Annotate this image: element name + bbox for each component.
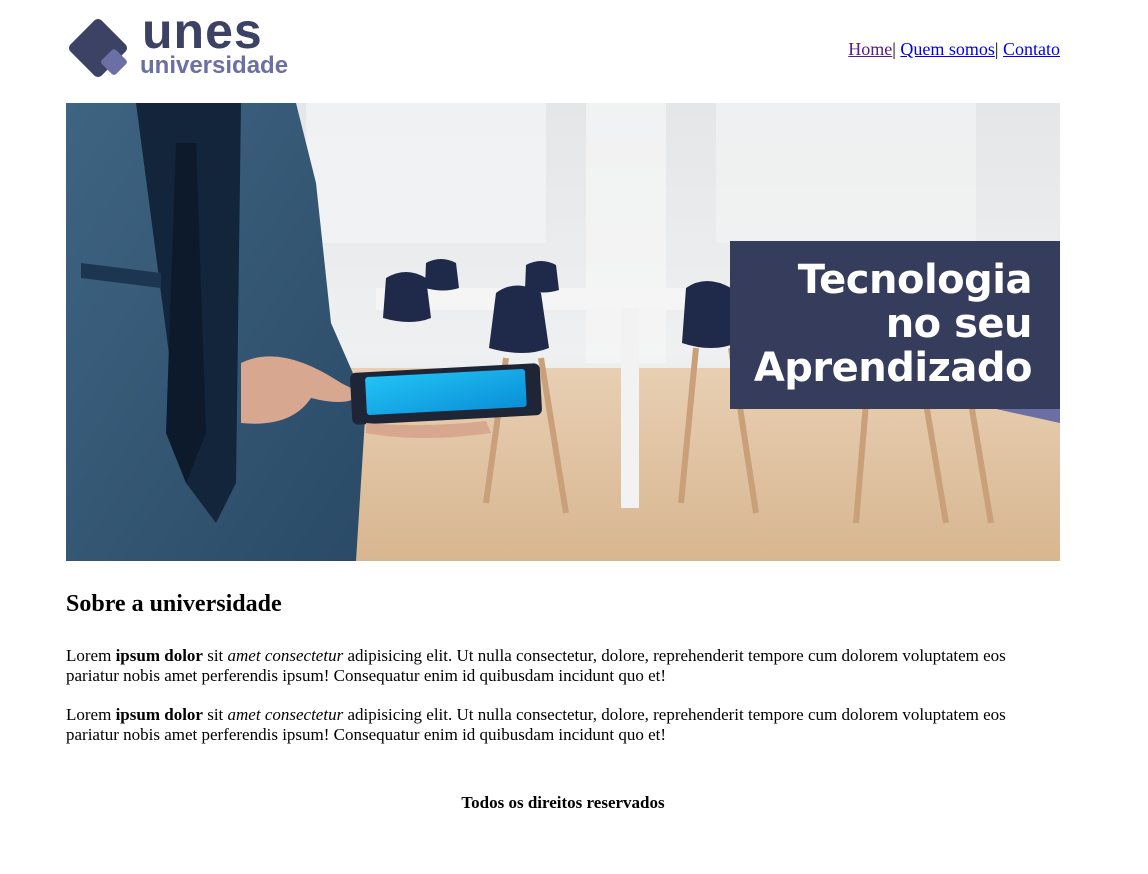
diamond-logo-icon [68, 18, 128, 78]
logo-subtitle: universidade [140, 52, 289, 79]
nav-link-quem-somos[interactable]: Quem somos [900, 39, 995, 59]
bold-text: ipsum dolor [115, 646, 203, 665]
page-container: unes universidade Home| Quem somos| Cont… [66, 0, 1060, 812]
text-run: sit [202, 646, 228, 665]
italic-text: amet consectetur [227, 705, 344, 724]
footer-copyright: Todos os direitos reservados [461, 793, 665, 812]
bold-text: ipsum dolor [115, 705, 203, 724]
text-run: Lorem [66, 705, 116, 724]
nav-link-contato[interactable]: Contato [1003, 39, 1060, 59]
banner-line-3: Aprendizado [753, 345, 1033, 391]
nav-separator: | [892, 39, 896, 59]
logo[interactable]: unes universidade [66, 6, 306, 82]
nav-separator: | [994, 39, 999, 59]
text-run: sit [202, 705, 228, 724]
italic-text: amet consectetur [227, 646, 344, 665]
main-nav: Home| Quem somos| Contato [848, 39, 1060, 60]
hero-banner: Tecnologia no seu Aprendizado [66, 103, 1060, 561]
logo-wordmark: unes [142, 3, 263, 59]
section-title: Sobre a universidade [66, 591, 282, 617]
about-paragraph: Lorem ipsum dolor sit amet consectetur a… [66, 646, 1060, 686]
site-header: unes universidade Home| Quem somos| Cont… [66, 0, 1060, 103]
nav-link-home[interactable]: Home [848, 39, 892, 59]
text-run: Lorem [66, 646, 116, 665]
banner-line-2: no seu [885, 301, 1033, 347]
banner-line-1: Tecnologia [797, 257, 1033, 303]
banner-headline: Tecnologia no seu Aprendizado [753, 257, 1033, 391]
about-paragraph: Lorem ipsum dolor sit amet consectetur a… [66, 705, 1060, 745]
